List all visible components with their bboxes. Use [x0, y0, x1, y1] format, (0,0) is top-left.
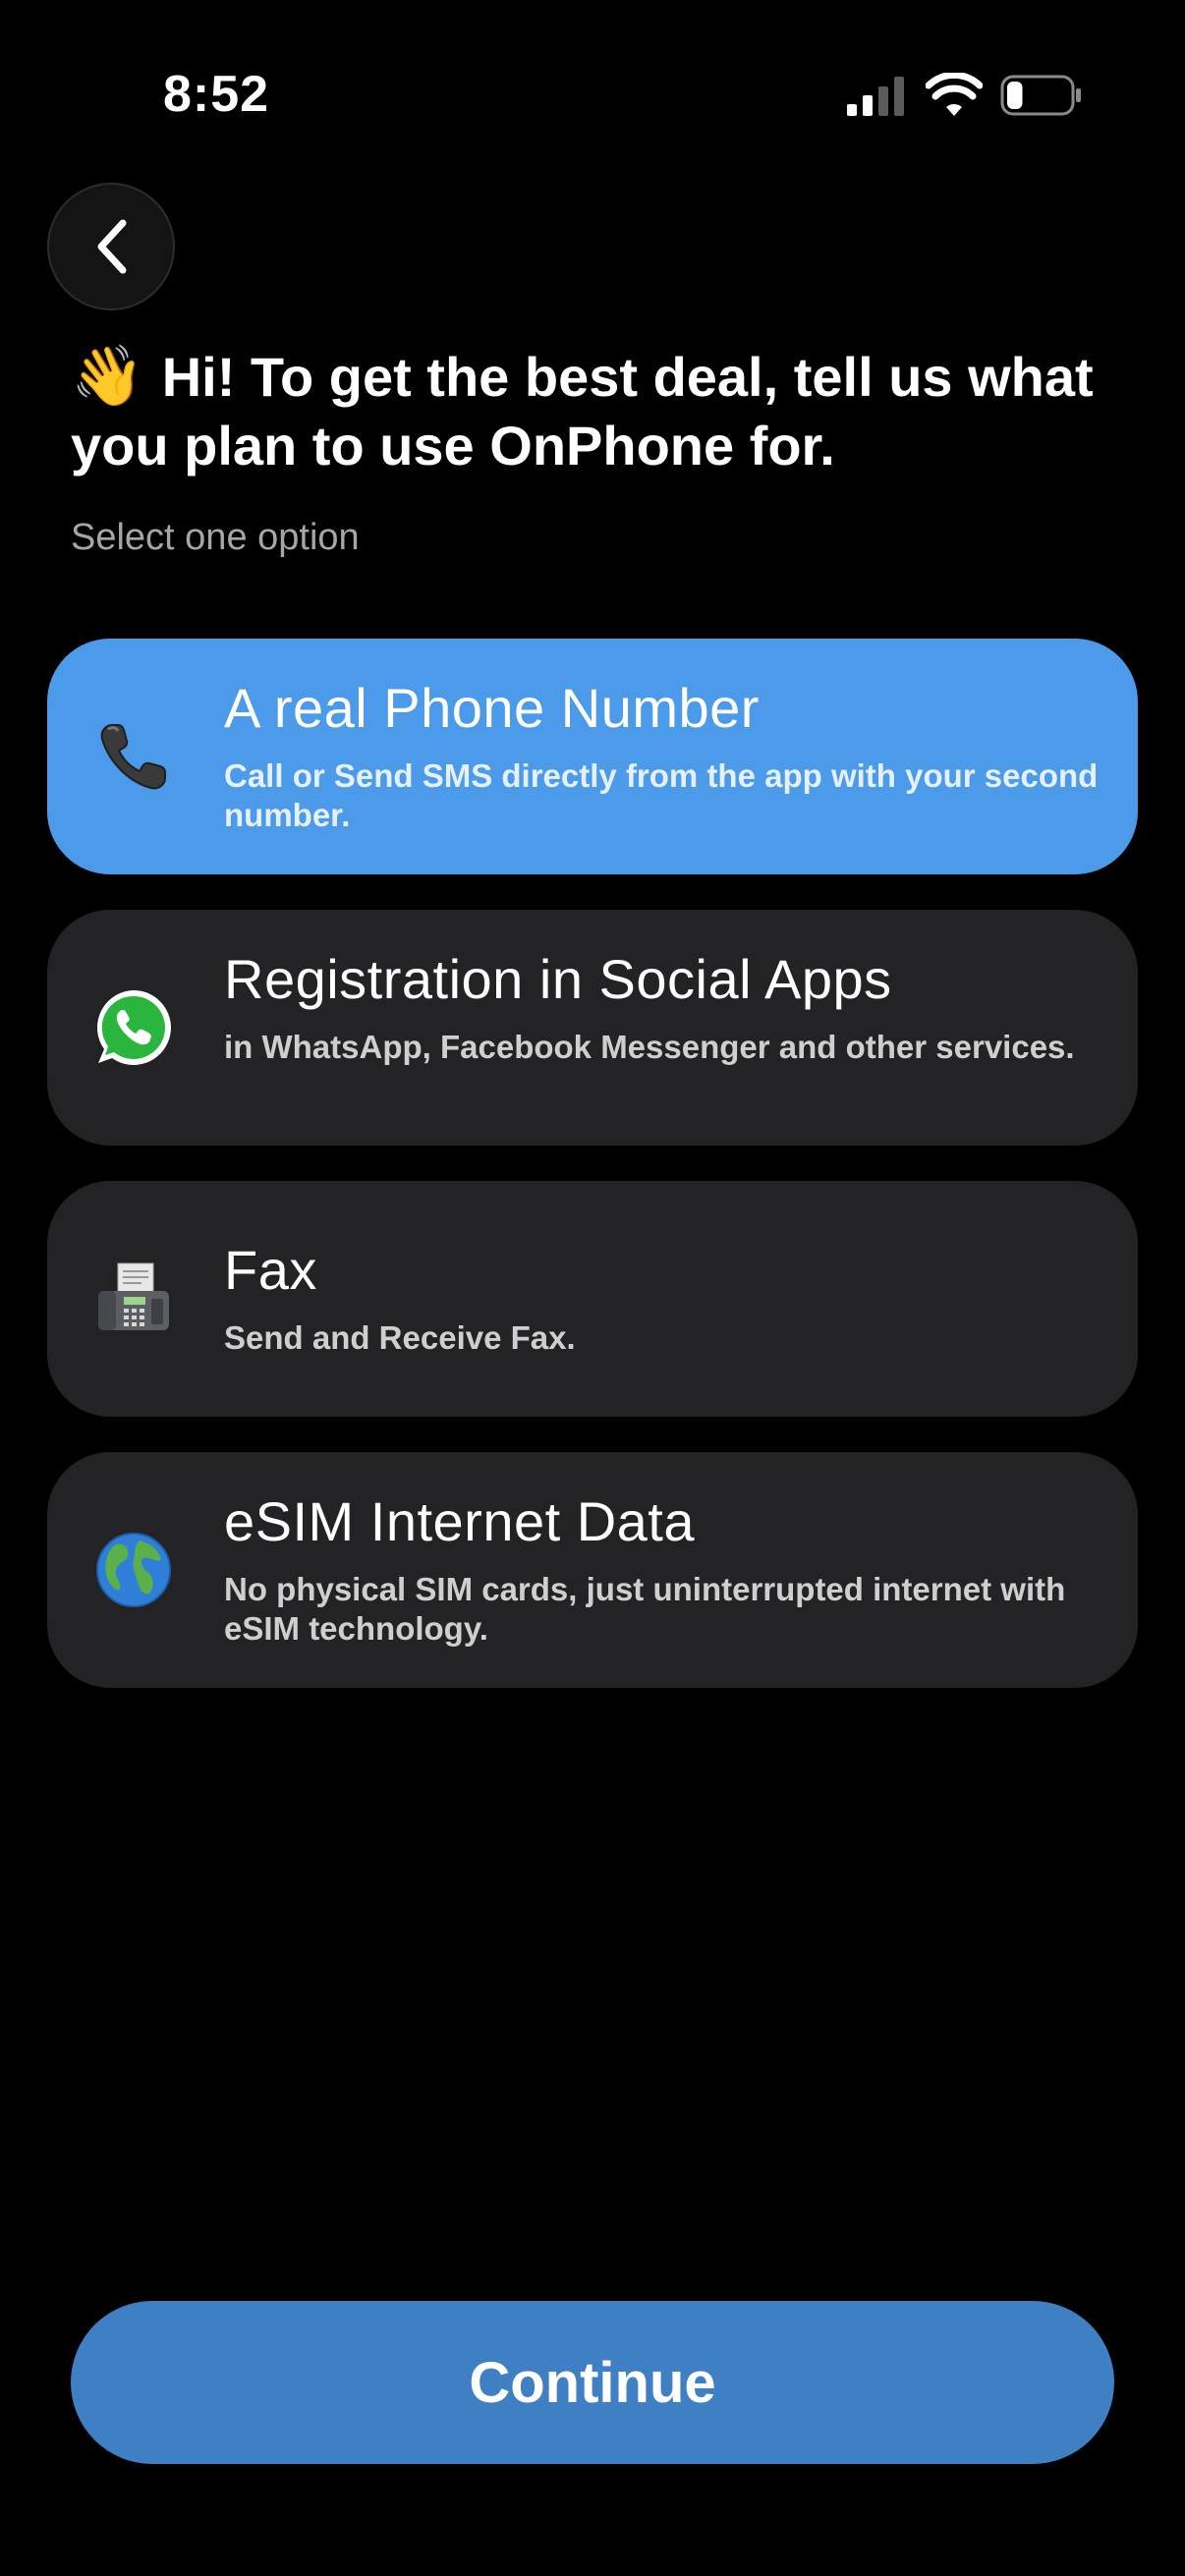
option-title: Registration in Social Apps [224, 948, 892, 1010]
option-description: Call or Send SMS directly from the app w… [224, 757, 1099, 833]
fax-machine-icon [92, 1258, 175, 1340]
status-bar: 8:52 [0, 0, 1185, 187]
option-description: Send and Receive Fax. [224, 1319, 576, 1356]
page-subtitle: Select one option [71, 517, 360, 558]
telephone-icon [92, 715, 175, 798]
cellular-signal-icon [847, 77, 904, 116]
continue-button[interactable]: Continue [71, 2301, 1114, 2464]
status-time: 8:52 [163, 66, 270, 123]
option-description: in WhatsApp, Facebook Messenger and othe… [224, 1029, 1075, 1065]
option-title: Fax [224, 1239, 317, 1301]
wifi-icon [926, 73, 983, 116]
globe-icon [92, 1529, 175, 1611]
page-title: 👋 Hi! To get the best deal, tell us what … [71, 342, 1132, 480]
option-description: No physical SIM cards, just uninterrupte… [224, 1571, 1066, 1647]
option-title: A real Phone Number [224, 677, 760, 739]
waving-hand-icon: 👋 [71, 343, 144, 409]
option-social-apps[interactable]: Registration in Social Apps in WhatsApp,… [47, 910, 1138, 1146]
option-title: eSIM Internet Data [224, 1490, 696, 1552]
option-fax[interactable]: Fax Send and Receive Fax. [47, 1181, 1138, 1417]
battery-icon [1000, 75, 1081, 116]
option-esim[interactable]: eSIM Internet Data No physical SIM cards… [47, 1452, 1138, 1688]
option-phone-number[interactable]: A real Phone Number Call or Send SMS dir… [47, 639, 1138, 874]
chevron-left-icon [97, 219, 127, 274]
page-title-text: Hi! To get the best deal, tell us what y… [71, 346, 1094, 476]
whatsapp-icon [92, 986, 175, 1069]
back-button[interactable] [47, 183, 175, 310]
